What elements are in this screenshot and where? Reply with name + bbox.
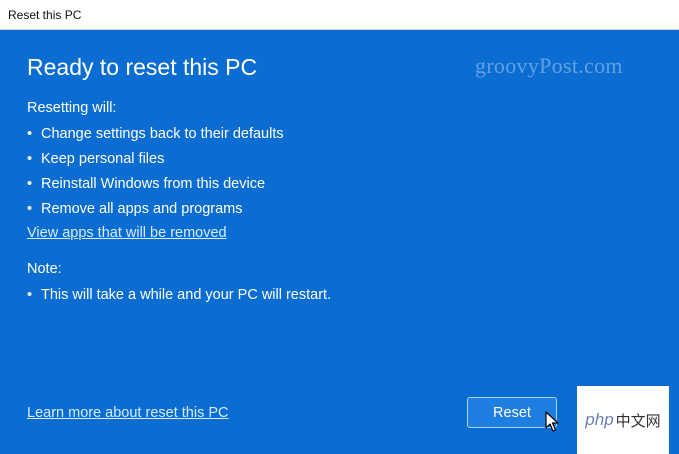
list-item: • Change settings back to their defaults	[27, 126, 284, 142]
reset-effects-list: • Change settings back to their defaults …	[27, 125, 284, 225]
reset-button[interactable]: Reset	[467, 397, 557, 428]
bullet-icon: •	[27, 176, 33, 192]
list-item: • Keep personal files	[27, 151, 165, 167]
list-item: • Remove all apps and programs	[27, 201, 243, 217]
learn-more-link[interactable]: Learn more about reset this PC	[27, 405, 229, 421]
list-item: • Reinstall Windows from this device	[27, 176, 266, 192]
note-label: Note:	[27, 261, 62, 277]
title-bar: Reset this PC	[0, 0, 679, 30]
logo-cn-text: 中文网	[615, 411, 661, 430]
reset-pc-window: Reset this PC groovyPost.com Ready to re…	[0, 0, 679, 454]
page-title: Ready to reset this PC	[27, 54, 258, 80]
mouse-pointer-icon	[545, 411, 559, 432]
bullet-icon: •	[27, 287, 33, 303]
content-panel: groovyPost.com Ready to reset this PC Re…	[0, 30, 679, 454]
bullet-icon: •	[27, 151, 33, 167]
bullet-icon: •	[27, 126, 33, 142]
list-item: • This will take a while and your PC will…	[27, 287, 332, 303]
window-title: Reset this PC	[8, 8, 82, 22]
bullet-icon: •	[27, 201, 33, 217]
intro-text: Resetting will:	[27, 100, 117, 116]
watermark: groovyPost.com	[475, 53, 623, 78]
note-list: • This will take a while and your PC will…	[27, 286, 331, 304]
php-cn-logo: php 中文网	[577, 386, 669, 454]
view-apps-link[interactable]: View apps that will be removed	[27, 225, 227, 241]
logo-php-text: php	[585, 410, 614, 429]
